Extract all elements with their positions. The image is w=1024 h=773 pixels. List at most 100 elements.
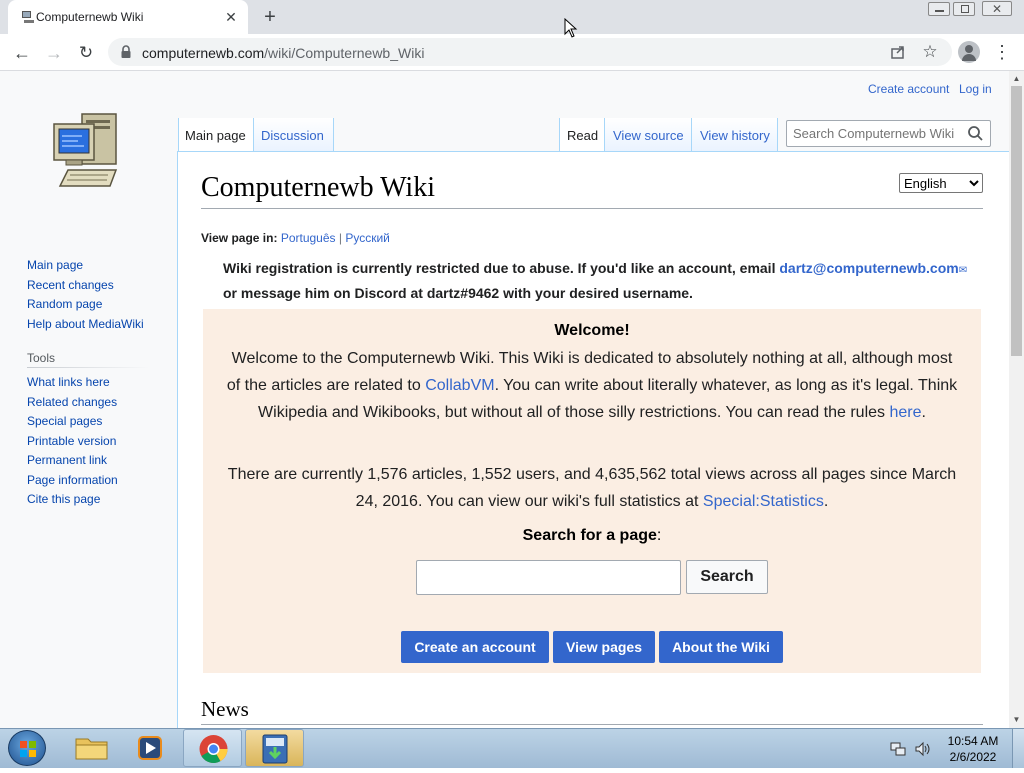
welcome-paragraph: Welcome to the Computernewb Wiki. This W… [223, 345, 961, 426]
search-page-colon: : [656, 527, 662, 544]
scroll-up-icon[interactable]: ▲ [1009, 72, 1024, 84]
create-an-account-button[interactable]: Create an account [401, 631, 549, 663]
tab-main-page[interactable]: Main page [178, 118, 254, 152]
taskbar-explorer-button[interactable] [62, 730, 120, 766]
news-heading: News [201, 697, 249, 721]
url-path: /wiki/Computernewb_Wiki [264, 45, 425, 61]
scrollbar-thumb[interactable] [1011, 86, 1022, 356]
search-page-label-text: Search for a page [522, 527, 657, 544]
folder-icon [75, 738, 108, 760]
tab-view-history[interactable]: View history [692, 118, 778, 151]
create-an-account-label: Create an account [414, 639, 536, 655]
lang-link-portuguese[interactable]: Português [281, 231, 336, 245]
new-tab-icon[interactable]: + [258, 5, 282, 29]
news-divider [201, 724, 983, 725]
notice-text-1: Wiki registration is currently restricte… [223, 260, 776, 276]
tab-view-history-label: View history [700, 128, 770, 143]
wiki-logo[interactable] [50, 108, 124, 194]
tab-view-source-label: View source [613, 128, 684, 143]
url-text[interactable]: computernewb.com/wiki/Computernewb_Wiki [142, 45, 424, 61]
sidebar-item-page-information[interactable]: Page information [27, 473, 167, 493]
show-desktop-button[interactable] [1012, 729, 1024, 768]
stats-text-b: . [823, 493, 829, 510]
clock-date: 2/6/2022 [949, 750, 997, 764]
about-the-wiki-button[interactable]: About the Wiki [659, 631, 783, 663]
url-host: computernewb.com [142, 45, 265, 61]
search-page-label: Search for a page: [203, 527, 981, 545]
sidebar-item-special-pages[interactable]: Special pages [27, 414, 167, 434]
view-pages-button[interactable]: View pages [553, 631, 655, 663]
welcome-text-c: . [921, 404, 926, 421]
page-search-input[interactable] [416, 560, 681, 595]
tab-read[interactable]: Read [559, 118, 605, 152]
start-button[interactable] [8, 730, 46, 766]
special-statistics-link[interactable]: Special:Statistics [703, 493, 824, 510]
tab-read-label: Read [567, 128, 599, 143]
close-window-icon[interactable]: ✕ [982, 1, 1012, 16]
taskbar-media-player-button[interactable] [122, 730, 180, 766]
create-account-link[interactable]: Create account [868, 82, 949, 96]
rules-link[interactable]: here [889, 404, 921, 421]
page-title: Computernewb Wiki [201, 172, 435, 203]
tab-discussion[interactable]: Discussion [254, 118, 334, 151]
page-search-button[interactable]: Search [686, 560, 768, 594]
mouse-cursor-icon [564, 17, 578, 38]
sidebar-item-recent-changes[interactable]: Recent changes [27, 278, 167, 298]
stats-text-a: There are currently 1,576 articles, 1,55… [227, 466, 957, 510]
network-icon[interactable] [890, 741, 906, 757]
tab-view-source[interactable]: View source [605, 118, 692, 151]
language-select[interactable]: English [899, 173, 983, 193]
chrome-icon [199, 735, 228, 763]
bookmark-star-icon[interactable]: ☆ [920, 42, 940, 62]
sidebar-item-main-page[interactable]: Main page [27, 258, 167, 278]
sidebar-item-what-links-here[interactable]: What links here [27, 375, 167, 395]
welcome-heading: Welcome! [554, 322, 630, 339]
notice-text-2: or message him on Discord at dartz#9462 … [223, 285, 693, 301]
sidebar-item-permanent-link[interactable]: Permanent link [27, 453, 167, 473]
windows-logo-icon [20, 741, 36, 757]
sidebar-tools-divider [27, 367, 149, 368]
taskbar-chrome-button[interactable] [183, 729, 242, 767]
taskbar-installer-button[interactable] [245, 729, 304, 767]
sidebar-nav: Main page Recent changes Random page Hel… [27, 258, 167, 336]
sidebar-item-random-page[interactable]: Random page [27, 297, 167, 317]
view-pages-label: View pages [565, 639, 642, 655]
sidebar-tools-heading: Tools [27, 351, 56, 365]
sidebar-item-related-changes[interactable]: Related changes [27, 395, 167, 415]
forward-icon[interactable]: → [42, 41, 66, 65]
search-icon[interactable] [967, 125, 984, 142]
share-icon[interactable] [888, 42, 908, 62]
header-search-input[interactable] [786, 120, 991, 147]
clock[interactable]: 10:54 AM 2/6/2022 [940, 733, 1006, 765]
menu-kebab-icon[interactable]: ⋮ [992, 41, 1012, 63]
sidebar-item-printable-version[interactable]: Printable version [27, 434, 167, 454]
external-mail-icon: ✉ [958, 265, 968, 276]
reload-icon[interactable]: ↻ [74, 41, 98, 65]
view-page-in: View page in: Português | Русский [201, 231, 390, 245]
about-the-wiki-label: About the Wiki [672, 639, 770, 655]
title-divider [201, 208, 983, 209]
volume-icon[interactable] [914, 741, 932, 757]
scroll-down-icon[interactable]: ▼ [1009, 713, 1024, 725]
collabvm-link[interactable]: CollabVM [425, 377, 494, 394]
tab-favicon-icon [20, 9, 36, 25]
log-in-link[interactable]: Log in [959, 82, 992, 96]
clock-time: 10:54 AM [947, 734, 999, 748]
notice-email-link[interactable]: dartz@computernewb.com [779, 260, 958, 276]
tab-discussion-label: Discussion [261, 128, 324, 143]
sidebar-item-help[interactable]: Help about MediaWiki [27, 317, 167, 337]
page-search-button-label: Search [700, 568, 754, 585]
lang-link-russian[interactable]: Русский [345, 231, 390, 245]
sidebar-item-cite-this-page[interactable]: Cite this page [27, 492, 167, 512]
minimize-icon[interactable] [928, 2, 950, 16]
installer-icon [262, 734, 288, 764]
lang-separator: | [338, 231, 342, 245]
stats-paragraph: There are currently 1,576 articles, 1,55… [223, 461, 961, 515]
restore-icon[interactable] [953, 2, 975, 16]
back-icon[interactable]: ← [10, 41, 34, 65]
profile-avatar[interactable] [958, 41, 980, 63]
sidebar-tools: What links here Related changes Special … [27, 375, 167, 512]
lock-icon[interactable] [120, 45, 132, 59]
tab-close-icon[interactable]: ✕ [222, 8, 240, 26]
tab-main-page-label: Main page [185, 128, 246, 143]
